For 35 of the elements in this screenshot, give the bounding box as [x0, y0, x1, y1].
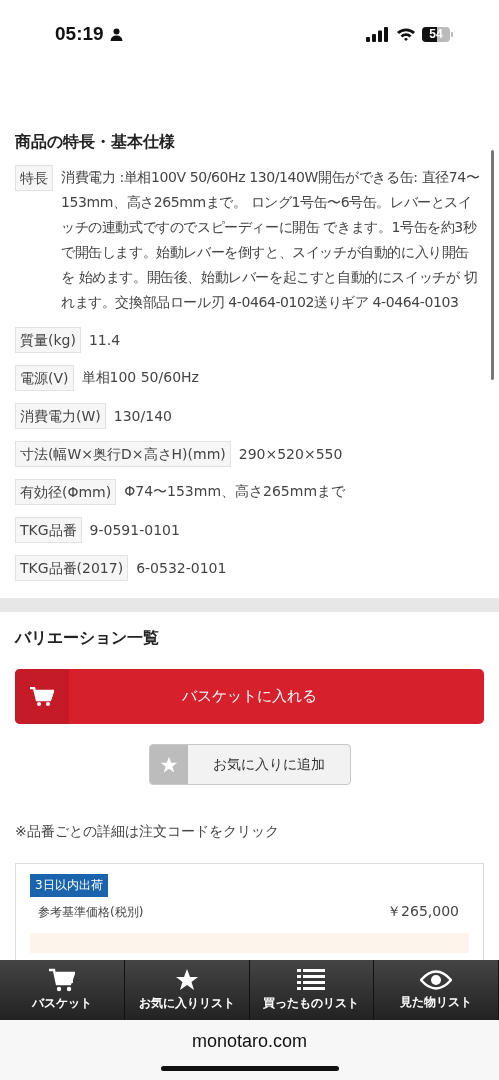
- section-title: 商品の特長・基本仕様: [15, 132, 176, 153]
- add-to-basket-button[interactable]: バスケットに入れる: [15, 669, 484, 724]
- spec-value: Φ74〜153mm、高さ265mmまで: [124, 483, 346, 501]
- signal-icon: [366, 26, 390, 42]
- feature-text: 消費電力 :単相100V 50/60Hz 130/140W開缶ができる缶: 直径74〜153mm、高さ265mmまで。 ロング1号缶〜6号缶。レバーとスイッチの連動式ですのでスピーディーに開缶 できます。1号缶を約3秒で開缶します。始動レバーを倒すと、スイッチが自動的に入り開缶を 始めます。開缶後、始動レバーを起こすと自動的にスイッチが 切れます。交換部品ロール刃 4-0464-0102送りギア 4-0464-0103: [61, 168, 480, 312]
- spec-label: 消費電力(W): [15, 403, 106, 429]
- eye-icon: [420, 969, 453, 991]
- add-to-favorites-button[interactable]: お気に入りに追加: [148, 744, 351, 785]
- url-text: monotaro.com: [191, 1031, 308, 1052]
- spec-label: TKG品番: [15, 517, 82, 543]
- spec-label: 特長: [15, 165, 53, 191]
- spec-value: 130/140: [113, 408, 172, 424]
- spec-label: TKG品番(2017): [15, 555, 129, 581]
- spec-value: 11.4: [88, 332, 121, 348]
- spec-value: 9-0591-0101: [89, 522, 180, 538]
- star-icon: [159, 755, 178, 774]
- price-value: ￥265,000: [387, 903, 459, 921]
- spec-label: 電源(V): [15, 365, 74, 391]
- section-title: バリエーション一覧: [15, 628, 160, 649]
- spec-label: 寸法(幅W×奥行D×高さH)(mm): [15, 441, 231, 467]
- spec-value: 6-0532-0101: [136, 560, 227, 576]
- person-icon: [109, 27, 123, 41]
- status-time: 05:19: [55, 23, 104, 45]
- note-text: ※品番ごとの詳細は注文コードをクリック: [15, 823, 280, 841]
- list-icon: [297, 968, 326, 992]
- star-icon: [174, 968, 199, 992]
- price-label: 参考基準価格(税別): [38, 903, 144, 921]
- cart-icon: [30, 686, 54, 707]
- wifi-icon: [396, 26, 416, 42]
- spec-label: 質量(kg): [15, 327, 81, 353]
- spec-value: 290×520×550: [238, 446, 343, 462]
- shipping-badge: 3日以内出荷: [30, 874, 108, 897]
- spec-value: 単相100 50/60Hz: [81, 369, 199, 387]
- spec-label: 有効径(Φmm): [15, 479, 117, 505]
- cart-icon: [48, 968, 75, 992]
